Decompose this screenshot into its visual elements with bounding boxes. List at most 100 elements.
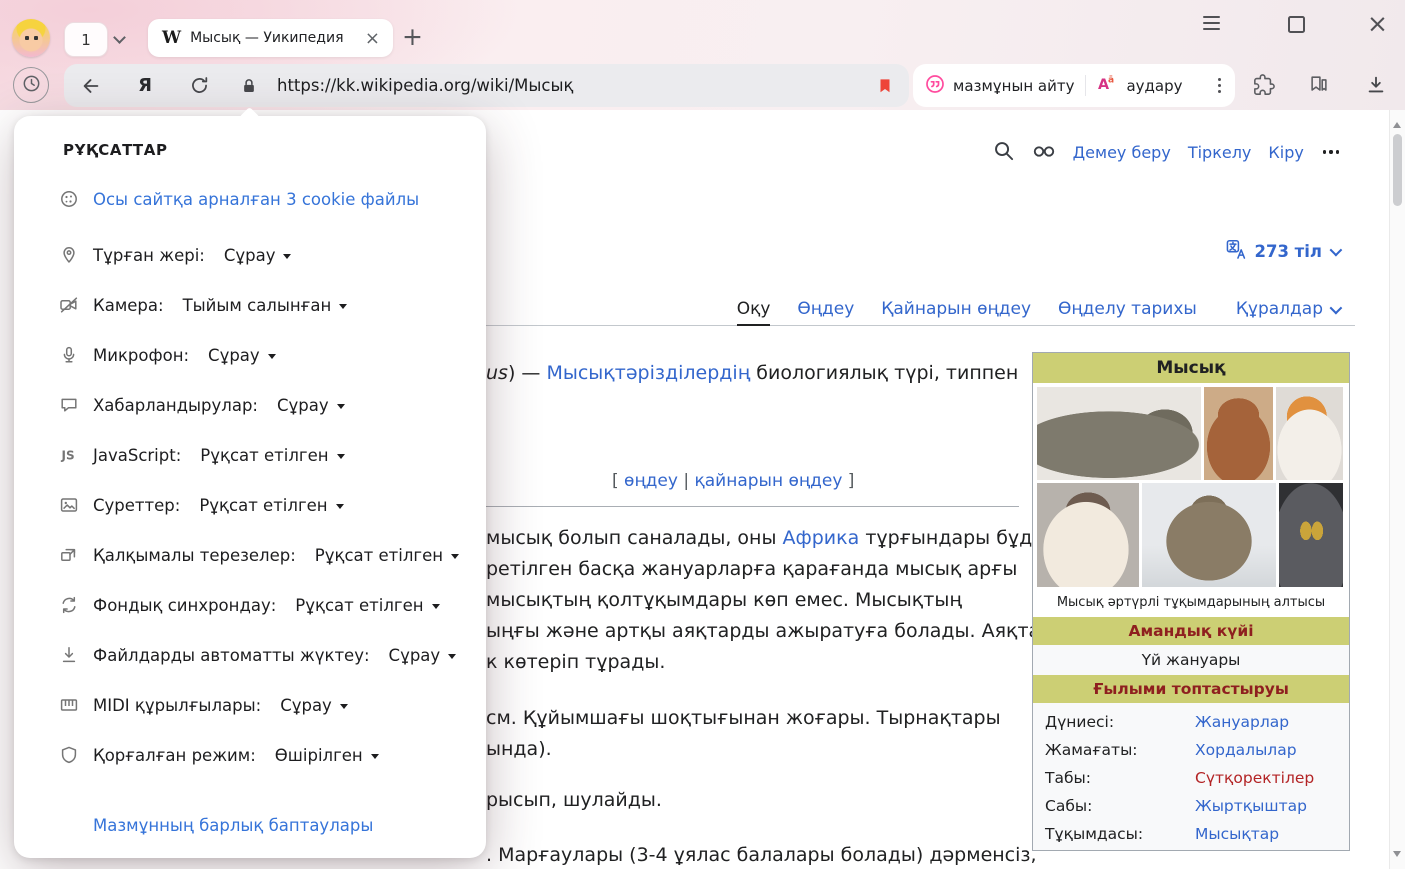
caret-down-icon [339, 304, 347, 313]
permission-value-dropdown[interactable]: Сұрау [224, 246, 292, 265]
permission-value-dropdown[interactable]: Рұқсат етілген [199, 496, 343, 515]
wiki-header-link[interactable]: Кіру [1268, 143, 1303, 162]
article-text: мысық болып саналады, оны [486, 527, 783, 549]
search-icon[interactable] [992, 139, 1015, 166]
article-text: us [486, 362, 508, 384]
article-text: . Марғаулары (3-4 ұялас балалары болады)… [486, 844, 1037, 866]
permission-label: Қорғалған режим: [93, 746, 256, 765]
back-icon[interactable] [64, 75, 118, 97]
wiki-tab[interactable]: Өңдеу [797, 299, 854, 326]
section-heading-rule [486, 506, 1019, 507]
article-link[interactable]: Мысықтәрізділердің [546, 362, 750, 384]
new-tab-button[interactable]: + [402, 22, 423, 51]
caret-down-icon [283, 254, 291, 263]
scrollbar[interactable] [1389, 110, 1405, 869]
browser-chrome: 1 W Мысық — Уикипедия × + × Я https://kk… [0, 0, 1405, 110]
cat-photo[interactable] [1037, 483, 1139, 587]
taxonomy-value-link[interactable]: Жануарлар [1195, 713, 1289, 731]
bookmark-icon[interactable] [861, 77, 909, 95]
collections-icon[interactable] [1308, 74, 1330, 100]
taxonomy-value-link[interactable]: Жыртқыштар [1195, 797, 1307, 815]
article-link[interactable]: өңдеу [624, 471, 678, 491]
permission-row: Микрофон:Сұрау [14, 330, 486, 380]
wiki-tabs: Оқу Өңдеу Қайнарын өңдеу Өңделу тарихы Құрал… [737, 290, 1339, 326]
cat-photo[interactable] [1142, 483, 1276, 587]
chevron-down-icon [1330, 244, 1343, 257]
tab-group-chip[interactable]: 1 [64, 22, 108, 57]
javascript-icon: JS [58, 445, 80, 465]
article-text: ында). [486, 738, 552, 760]
permission-value-dropdown[interactable]: Сұрау [277, 396, 345, 415]
permission-value-dropdown[interactable]: Сұрау [208, 346, 276, 365]
article-link[interactable]: Африка [783, 527, 860, 549]
permission-row: Хабарландырулар:Сұрау [14, 380, 486, 430]
lock-icon[interactable] [226, 77, 272, 95]
language-selector[interactable]: 273 тіл [1226, 239, 1340, 264]
permission-value-dropdown[interactable]: Сұрау [280, 696, 348, 715]
extensions-icon[interactable] [1253, 74, 1275, 100]
taxonomy-value-link[interactable]: Сүтқоректілер [1195, 769, 1314, 787]
cat-photo[interactable] [1276, 387, 1343, 480]
taxonomy-value-link[interactable]: Хордалылар [1195, 741, 1297, 759]
translate-button[interactable]: Аā аудару [1097, 73, 1182, 98]
address-bar[interactable]: Я https://kk.wikipedia.org/wiki/Мысық [64, 64, 909, 107]
permission-value-dropdown[interactable]: Рұқсат етілген [295, 596, 439, 615]
all-content-settings-link[interactable]: Мазмұнның барлық баптаулары [93, 816, 486, 835]
cat-photo[interactable] [1279, 483, 1343, 587]
permission-value-dropdown[interactable]: Тыйым салынған [183, 296, 348, 315]
cat-photo[interactable] [1037, 387, 1201, 480]
permission-value-dropdown[interactable]: Өшірілген [275, 746, 379, 765]
scroll-down-icon[interactable] [1393, 851, 1401, 861]
appearance-icon[interactable] [1032, 138, 1056, 166]
profile-avatar[interactable] [12, 19, 50, 57]
svg-text:ā: ā [1108, 76, 1114, 86]
permission-label: Камера: [93, 296, 164, 315]
cookies-row: Осы сайтқа арналған 3 cookie файлы [58, 189, 486, 209]
tab-group-chevron-icon[interactable] [113, 31, 126, 44]
permission-label: MIDI құрылғылары: [93, 696, 261, 715]
more-options-icon[interactable] [1218, 78, 1223, 93]
reload-icon[interactable] [172, 75, 226, 96]
cookie-icon [58, 189, 80, 209]
location-icon [58, 245, 80, 265]
wiki-header-link[interactable]: Тіркелу [1188, 143, 1252, 162]
downloads-icon[interactable] [1365, 74, 1387, 100]
taxonomy-header: Ғылыми топтастыруы [1033, 675, 1349, 703]
permission-label: Суреттер: [93, 496, 180, 515]
article-paragraph: см. Құйымшағы шоқтығынан жоғары. Тырнақт… [486, 703, 1019, 765]
permission-value-dropdown[interactable]: Сұрау [389, 646, 457, 665]
permission-label: Фондық синхрондау: [93, 596, 276, 615]
wiki-tab[interactable]: Оқу [737, 299, 771, 326]
scrollbar-thumb[interactable] [1393, 134, 1402, 206]
window-close-icon[interactable]: × [1367, 9, 1388, 38]
scroll-up-icon[interactable] [1393, 118, 1401, 128]
wiki-tab[interactable]: Құралдар [1236, 299, 1339, 326]
article-link[interactable]: қайнарын өңдеу [695, 471, 843, 491]
status-value: Үй жануары [1033, 645, 1349, 675]
window-maximize-icon[interactable] [1288, 16, 1305, 33]
wiki-more-icon[interactable] [1321, 150, 1341, 153]
section-edit-links: [ өңдеу | қайнарын өңдеу ] [612, 466, 1019, 497]
article-text: ] [842, 471, 854, 491]
wiki-header-link[interactable]: Демеу беру [1073, 143, 1171, 162]
article-text: [ [612, 471, 624, 491]
permission-row: JS JavaScript: Рұқсат етілген [14, 430, 486, 480]
permission-value-dropdown[interactable]: Рұқсат етілген [200, 446, 344, 465]
url-text: https://kk.wikipedia.org/wiki/Мысық [272, 76, 861, 95]
history-button[interactable] [13, 67, 49, 103]
article-paragraph: . Марғаулары (3-4 ұялас балалары болады)… [486, 840, 1019, 869]
cat-photo[interactable] [1204, 387, 1273, 480]
permission-label: JavaScript: [93, 446, 181, 465]
window-menu-icon[interactable] [1203, 16, 1220, 30]
wiki-tab[interactable]: Қайнарын өңдеу [881, 299, 1031, 326]
taxonomy-value-link[interactable]: Мысықтар [1195, 825, 1279, 843]
wiki-tab[interactable]: Өңделу тарихы [1058, 299, 1197, 326]
read-aloud-button[interactable]: мазмұнын айту [925, 74, 1074, 98]
tab-close-icon[interactable]: × [362, 28, 383, 49]
cookies-link[interactable]: Осы сайтқа арналған 3 cookie файлы [93, 190, 419, 209]
article-intro-line: us) — Мысықтәрізділердің биологиялық түр… [486, 358, 1019, 389]
yandex-icon[interactable]: Я [118, 75, 172, 96]
browser-tab[interactable]: W Мысық — Уикипедия × [148, 19, 393, 57]
taxonomy-row: Табы:Сүтқоректілер [1033, 764, 1349, 792]
permission-value-dropdown[interactable]: Рұқсат етілген [315, 546, 459, 565]
